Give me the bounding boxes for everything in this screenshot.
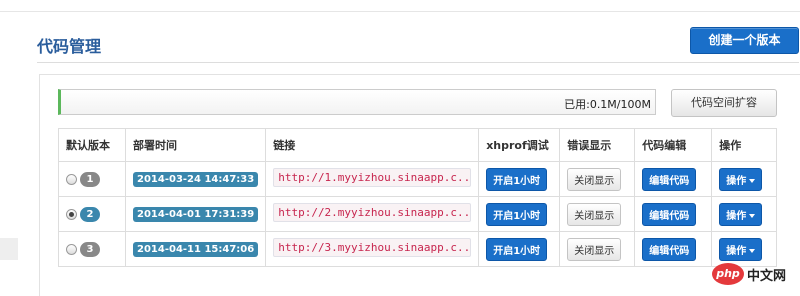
default-version-cell: 2: [58, 196, 126, 232]
code-edit-cell: 编辑代码: [634, 196, 713, 232]
default-version-radio[interactable]: [66, 208, 77, 220]
col-error-display: 错误显示: [559, 128, 636, 162]
page-title: 代码管理: [37, 37, 102, 56]
default-version-radio[interactable]: [66, 243, 77, 255]
watermark-text: 中文网: [747, 268, 787, 284]
actions-label: 操作: [726, 210, 747, 222]
col-xhprof: xhprof调试: [478, 128, 561, 162]
code-edit-cell: 编辑代码: [634, 231, 713, 267]
xhprof-enable-button[interactable]: 开启1小时: [486, 237, 548, 261]
col-code-edit: 代码编辑: [634, 128, 713, 162]
deploy-time-label: 2014-04-01 17:31:39: [133, 206, 259, 222]
php-logo: php: [712, 263, 744, 285]
edit-code-button[interactable]: 编辑代码: [642, 237, 697, 261]
xhprof-enable-button[interactable]: 开启1小时: [486, 202, 548, 226]
deploy-time-cell: 2014-04-01 17:31:39: [124, 196, 267, 232]
actions-dropdown-button[interactable]: 操作: [719, 202, 763, 226]
php-cn-watermark: php 中文网: [712, 262, 786, 286]
col-default-version: 默认版本: [58, 128, 126, 162]
caret-down-icon: [749, 178, 756, 183]
actions-label: 操作: [726, 175, 747, 187]
col-deploy-time: 部署时间: [124, 128, 267, 162]
xhprof-cell: 开启1小时: [478, 196, 561, 232]
error-display-off-button[interactable]: 关闭显示: [567, 202, 622, 226]
actions-cell: 操作: [711, 196, 777, 232]
xhprof-cell: 开启1小时: [478, 231, 561, 267]
version-link[interactable]: http://1.myyizhou.sinaapp.c...: [273, 168, 472, 187]
xhprof-enable-button[interactable]: 开启1小时: [486, 167, 548, 191]
table-row: 3 2014-04-11 15:47:06 http://3.myyizhou.…: [58, 231, 777, 267]
version-badge: 1: [80, 171, 100, 187]
create-version-button[interactable]: 创建一个版本: [690, 27, 799, 54]
default-version-cell: 3: [58, 231, 126, 267]
caret-down-icon: [749, 213, 756, 218]
error-display-cell: 关闭显示: [559, 196, 636, 232]
table-header-row: 默认版本 部署时间 链接 xhprof调试 错误显示 代码编辑 操作: [58, 128, 777, 162]
link-cell: http://3.myyizhou.sinaapp.c...: [265, 231, 480, 267]
edit-code-button[interactable]: 编辑代码: [642, 167, 697, 191]
table-row: 2 2014-04-01 17:31:39 http://2.myyizhou.…: [58, 196, 777, 232]
version-badge: 2: [80, 206, 100, 222]
code-space-quota-bar: 已用:0.1M/100M: [58, 89, 656, 115]
deploy-time-cell: 2014-04-11 15:47:06: [124, 231, 267, 267]
actions-dropdown-button[interactable]: 操作: [719, 237, 763, 261]
error-display-off-button[interactable]: 关闭显示: [567, 237, 622, 261]
deploy-time-label: 2014-03-24 14:47:33: [133, 171, 259, 187]
table-row: 1 2014-03-24 14:47:33 http://1.myyizhou.…: [58, 161, 777, 197]
default-version-radio[interactable]: [66, 173, 77, 185]
link-cell: http://1.myyizhou.sinaapp.c...: [265, 161, 480, 197]
quota-used-label: 已用:0.1M/100M: [564, 98, 651, 111]
actions-label: 操作: [726, 245, 747, 257]
xhprof-cell: 开启1小时: [478, 161, 561, 197]
actions-dropdown-button[interactable]: 操作: [719, 167, 763, 191]
version-link[interactable]: http://3.myyizhou.sinaapp.c...: [273, 238, 472, 257]
caret-down-icon: [749, 248, 756, 253]
link-cell: http://2.myyizhou.sinaapp.c...: [265, 196, 480, 232]
default-version-cell: 1: [58, 161, 126, 197]
code-edit-cell: 编辑代码: [634, 161, 713, 197]
col-link: 链接: [265, 128, 480, 162]
error-display-off-button[interactable]: 关闭显示: [567, 167, 622, 191]
actions-cell: 操作: [711, 161, 777, 197]
expand-code-space-button[interactable]: 代码空间扩容: [671, 89, 777, 117]
error-display-cell: 关闭显示: [559, 231, 636, 267]
version-badge: 3: [80, 241, 100, 257]
title-divider: [37, 62, 799, 63]
version-table: 默认版本 部署时间 链接 xhprof调试 错误显示 代码编辑 操作 1 201…: [58, 128, 777, 267]
deploy-time-cell: 2014-03-24 14:47:33: [124, 161, 267, 197]
top-divider: [0, 11, 800, 12]
edit-code-button[interactable]: 编辑代码: [642, 202, 697, 226]
deploy-time-label: 2014-04-11 15:47:06: [133, 241, 259, 257]
version-link[interactable]: http://2.myyizhou.sinaapp.c...: [273, 203, 472, 222]
side-panel-edge: [0, 238, 18, 260]
error-display-cell: 关闭显示: [559, 161, 636, 197]
col-actions: 操作: [711, 128, 777, 162]
